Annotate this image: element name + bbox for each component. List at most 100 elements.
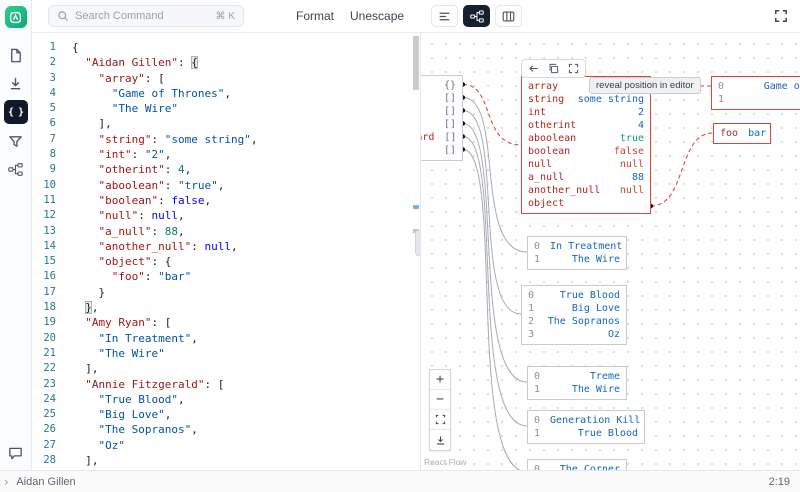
node-amy-ryan-array[interactable]: 0 In Treatment 1 The Wire bbox=[527, 236, 627, 270]
pane-resize-handle[interactable] bbox=[415, 230, 420, 256]
toolbar: Search Command ⌘ K Format Unescape bbox=[32, 0, 800, 33]
node-row[interactable]: foo bar bbox=[714, 127, 770, 140]
json-editor-button[interactable]: { } bbox=[3, 100, 28, 124]
code-line[interactable]: 23 "Annie Fitzgerald": [ bbox=[32, 377, 420, 392]
code-line[interactable]: 28 ], bbox=[32, 453, 420, 468]
node-anwan-glover-array[interactable]: 0 Treme 1 The Wire bbox=[527, 366, 627, 400]
scrollbar-thumb[interactable] bbox=[413, 36, 419, 90]
node-row[interactable]: Aidan Gillen{} bbox=[421, 79, 462, 92]
line-number: 22 bbox=[43, 362, 56, 375]
graph-view-button[interactable] bbox=[463, 5, 490, 27]
node-row[interactable]: 1The Wire bbox=[712, 93, 800, 106]
code-line[interactable]: 26 "The Sopranos", bbox=[32, 422, 420, 437]
back-button[interactable] bbox=[528, 63, 539, 74]
download-image-button[interactable] bbox=[430, 430, 450, 450]
line-number: 20 bbox=[43, 331, 56, 344]
expand-node-button[interactable] bbox=[568, 63, 579, 74]
code-line[interactable]: 3 "array": [ bbox=[32, 71, 420, 86]
node-foo-object[interactable]: foo bar bbox=[713, 123, 771, 144]
code-line[interactable]: 22 ], bbox=[32, 361, 420, 376]
unescape-button[interactable]: Unescape bbox=[350, 9, 404, 23]
search-input[interactable]: Search Command ⌘ K bbox=[48, 5, 244, 27]
code-line[interactable]: 25 "Big Love", bbox=[32, 407, 420, 422]
node-row[interactable]: int 2 bbox=[522, 106, 650, 119]
code-line[interactable]: 19 "Amy Ryan": [ bbox=[32, 315, 420, 330]
code-line[interactable]: 2 "Aidan Gillen": { bbox=[32, 55, 420, 70]
node-row[interactable]: 1 Big Love bbox=[522, 302, 626, 315]
node-annie-fitzgerald-array[interactable]: 0 True Blood 1 Big Love 2 The Sopranos 3 Oz bbox=[521, 285, 627, 345]
code-line[interactable]: 24 "True Blood", bbox=[32, 392, 420, 407]
code-line[interactable]: 15 "object": { bbox=[32, 254, 420, 269]
code-line[interactable]: 16 "foo": "bar" bbox=[32, 269, 420, 284]
app-logo[interactable] bbox=[4, 6, 27, 28]
code-line[interactable]: 6 ], bbox=[32, 116, 420, 131]
node-row[interactable]: 0 The Corner bbox=[528, 463, 626, 470]
node-row[interactable]: object bbox=[522, 197, 650, 210]
chat-button[interactable] bbox=[5, 442, 27, 464]
node-row[interactable]: 1 True Blood bbox=[528, 427, 644, 440]
node-row[interactable]: 2 The Sopranos bbox=[522, 315, 626, 328]
code-line[interactable]: 21 "The Wire" bbox=[32, 346, 420, 361]
node-row[interactable]: null null bbox=[522, 158, 650, 171]
code-line[interactable]: 5 "The Wire" bbox=[32, 101, 420, 116]
line-number: 27 bbox=[43, 438, 56, 451]
node-row[interactable]: Alexander Skarsgard[] bbox=[421, 131, 462, 144]
code-line[interactable]: 17 } bbox=[32, 285, 420, 300]
file-button[interactable] bbox=[5, 44, 27, 66]
node-row[interactable]: 0 Generation Kill bbox=[528, 414, 644, 427]
zoom-in-button[interactable]: + bbox=[430, 370, 450, 390]
code-line[interactable]: 8 "int": "2", bbox=[32, 147, 420, 162]
format-button[interactable]: Format bbox=[296, 9, 334, 23]
code-line[interactable]: 9 "otherint": 4, bbox=[32, 162, 420, 177]
node-row[interactable]: another_null null bbox=[522, 184, 650, 197]
code-line[interactable]: 20 "In Treatment", bbox=[32, 331, 420, 346]
graph-canvas[interactable]: Aidan Gillen{}Amy Ryan[]Annie Fitzgerald… bbox=[420, 33, 800, 470]
node-row[interactable]: Amy Ryan[] bbox=[421, 92, 462, 105]
node-alice-farmer-array[interactable]: 0 The Corner bbox=[527, 459, 627, 470]
node-aidan-array[interactable]: 0Game of Thrones1The Wire bbox=[711, 76, 800, 110]
node-row[interactable]: aboolean true bbox=[522, 132, 650, 145]
code-line[interactable]: 7 "string": "some string", bbox=[32, 132, 420, 147]
code-line[interactable]: 13 "a_null": 88, bbox=[32, 224, 420, 239]
list-view-button[interactable] bbox=[431, 5, 458, 27]
node-row[interactable]: otherint 4 bbox=[522, 119, 650, 132]
node-row[interactable]: 1The Wire bbox=[528, 383, 626, 396]
node-row[interactable]: 1The Wire bbox=[528, 253, 626, 266]
code-line[interactable]: 11 "boolean": false, bbox=[32, 193, 420, 208]
node-row[interactable]: Alice Farmer[] bbox=[421, 144, 462, 157]
graph-view-icon bbox=[469, 10, 484, 22]
download-button[interactable] bbox=[5, 72, 27, 94]
fullscreen-button[interactable] bbox=[774, 9, 788, 23]
code-line[interactable]: 14 "another_null": null, bbox=[32, 239, 420, 254]
code-line[interactable]: 4 "Game of Thrones", bbox=[32, 86, 420, 101]
code-line[interactable]: 27 "Oz" bbox=[32, 438, 420, 453]
node-row[interactable]: Anwan Glover[] bbox=[421, 118, 462, 131]
node-row[interactable]: 3 Oz bbox=[522, 328, 626, 341]
node-row[interactable]: 0 In Treatment bbox=[528, 240, 626, 253]
code-editor[interactable]: 1{2 "Aidan Gillen": {3 "array": [4 "Game… bbox=[32, 33, 420, 470]
flow-button[interactable] bbox=[5, 158, 27, 180]
copy-button[interactable] bbox=[548, 63, 559, 74]
node-row[interactable]: 0 True Blood bbox=[522, 289, 626, 302]
node-row[interactable]: boolean false bbox=[522, 145, 650, 158]
fit-view-button[interactable] bbox=[430, 410, 450, 430]
node-alexander-skarsgard-array[interactable]: 0 Generation Kill 1 True Blood bbox=[527, 410, 645, 444]
overview-ruler-mark bbox=[413, 205, 419, 209]
node-row[interactable]: 0Game of Thrones bbox=[712, 80, 800, 93]
node-row[interactable]: Annie Fitzgerald[] bbox=[421, 105, 462, 118]
node-root-object[interactable]: Aidan Gillen{}Amy Ryan[]Annie Fitzgerald… bbox=[421, 75, 463, 161]
breadcrumb[interactable]: Aidan Gillen bbox=[16, 476, 75, 488]
filter-button[interactable] bbox=[5, 130, 27, 152]
zoom-out-button[interactable]: − bbox=[430, 390, 450, 410]
grid-view-button[interactable] bbox=[495, 5, 522, 27]
chevron-right-icon[interactable]: › bbox=[4, 474, 8, 489]
node-row[interactable]: string some string bbox=[522, 93, 650, 106]
reactflow-attribution[interactable]: React Flow bbox=[424, 457, 467, 467]
code-line[interactable]: 12 "null": null, bbox=[32, 208, 420, 223]
node-aidan-gillen-object[interactable]: array string some string int 2 otherint 4 abool… bbox=[521, 76, 651, 214]
code-line[interactable]: 1{ bbox=[32, 40, 420, 55]
node-row[interactable]: 0 Treme bbox=[528, 370, 626, 383]
code-line[interactable]: 18 }, bbox=[32, 300, 420, 315]
node-row[interactable]: a_null 88 bbox=[522, 171, 650, 184]
code-line[interactable]: 10 "aboolean": "true", bbox=[32, 178, 420, 193]
